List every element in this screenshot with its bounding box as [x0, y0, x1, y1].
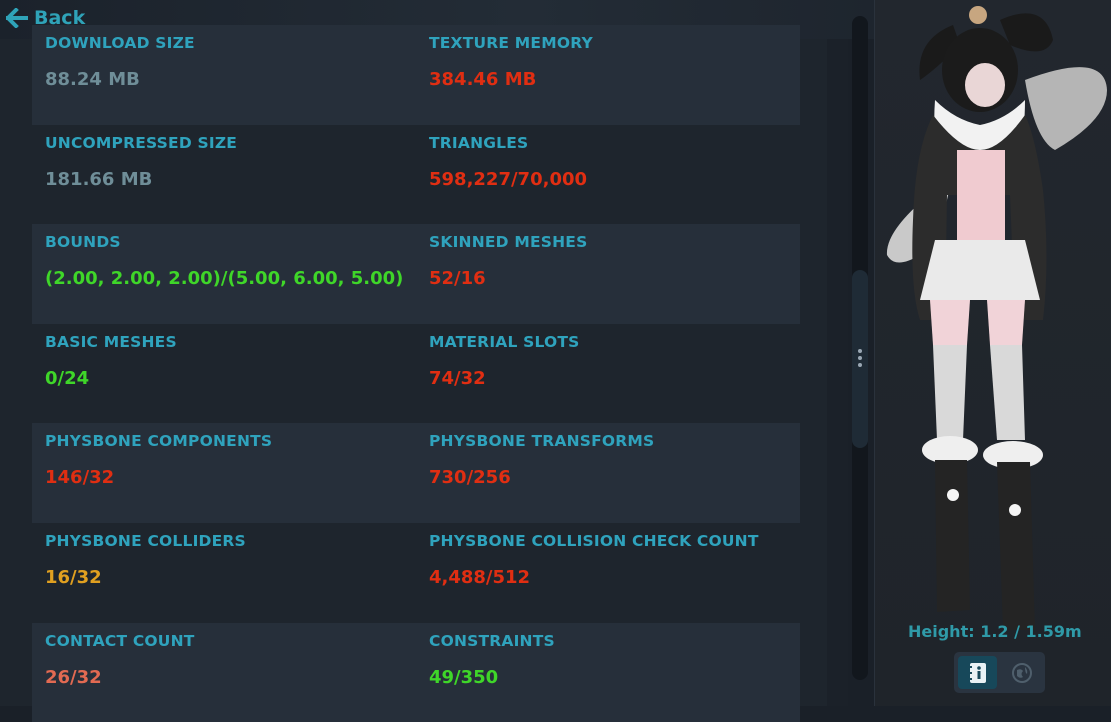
stat-label: TRIANGLES	[429, 133, 529, 152]
stat-label: PHYSBONE COLLISION CHECK COUNT	[429, 532, 759, 550]
stat-value: 74/32	[429, 367, 486, 389]
stat-row: CONTACT COUNT 26/32 CONSTRAINTS 49/350	[32, 622, 800, 722]
globe-icon	[1011, 662, 1032, 683]
tab-info[interactable]	[958, 656, 997, 689]
stat-label: SKINNED MESHES	[429, 233, 588, 252]
stat-label: BASIC MESHES	[45, 332, 177, 351]
stat-value: 384.46 MB	[429, 69, 537, 90]
stat-label: MATERIAL SLOTS	[429, 332, 580, 351]
stat-label: TEXTURE MEMORY	[429, 34, 593, 52]
avatar-height-label: Height: 1.2 / 1.59m	[908, 622, 1082, 641]
avatar-model-image	[886, 6, 1107, 630]
stat-label: CONTACT COUNT	[45, 631, 195, 650]
stat-value: 598,227/70,000	[429, 168, 588, 190]
back-arrow-icon	[6, 8, 28, 28]
stat-label: PHYSBONE COMPONENTS	[45, 432, 273, 451]
info-book-icon	[967, 662, 986, 683]
stat-value: 730/256	[429, 467, 511, 489]
stat-row: UNCOMPRESSED SIZE 181.66 MB TRIANGLES 598,2…	[32, 125, 800, 225]
stat-value: 4,488/512	[429, 567, 531, 588]
stat-label: PHYSBONE TRANSFORMS	[429, 432, 655, 451]
stat-row: DOWNLOAD SIZE 88.24 MB TEXTURE MEMORY 384.4…	[32, 25, 800, 125]
drag-grip-icon[interactable]	[858, 349, 862, 371]
stat-value: 88.24 MB	[45, 69, 140, 90]
tab-globe[interactable]	[1002, 656, 1041, 689]
stat-value: 49/350	[429, 666, 499, 688]
stat-row: PHYSBONE COMPONENTS 146/32 PHYSBONE TRANSF…	[32, 423, 800, 523]
list-edge	[827, 39, 848, 706]
avatar-preview[interactable]	[875, 0, 1111, 706]
preview-tab-bar	[954, 652, 1045, 693]
stat-value: 26/32	[45, 666, 102, 688]
stat-value: 52/16	[429, 268, 486, 290]
stat-row: BOUNDS (2.00, 2.00, 2.00)/(5.00, 6.00, 5.…	[32, 224, 800, 324]
stat-label: PHYSBONE COLLIDERS	[45, 532, 246, 550]
stat-row: BASIC MESHES 0/24 MATERIAL SLOTS 74/32	[32, 324, 800, 424]
stat-value: 146/32	[45, 467, 115, 489]
stat-value: 181.66 MB	[45, 168, 153, 190]
stat-label: UNCOMPRESSED SIZE	[45, 133, 238, 152]
stat-label: BOUNDS	[45, 233, 121, 252]
stat-value: (2.00, 2.00, 2.00)/(5.00, 6.00, 5.00)	[45, 268, 404, 290]
stat-value: 0/24	[45, 367, 90, 389]
stat-label: CONSTRAINTS	[429, 631, 555, 650]
stat-row: PHYSBONE COLLIDERS 16/32 PHYSBONE COLLISIO…	[32, 523, 800, 623]
stat-label: DOWNLOAD SIZE	[45, 34, 195, 52]
stat-value: 16/32	[45, 567, 102, 588]
